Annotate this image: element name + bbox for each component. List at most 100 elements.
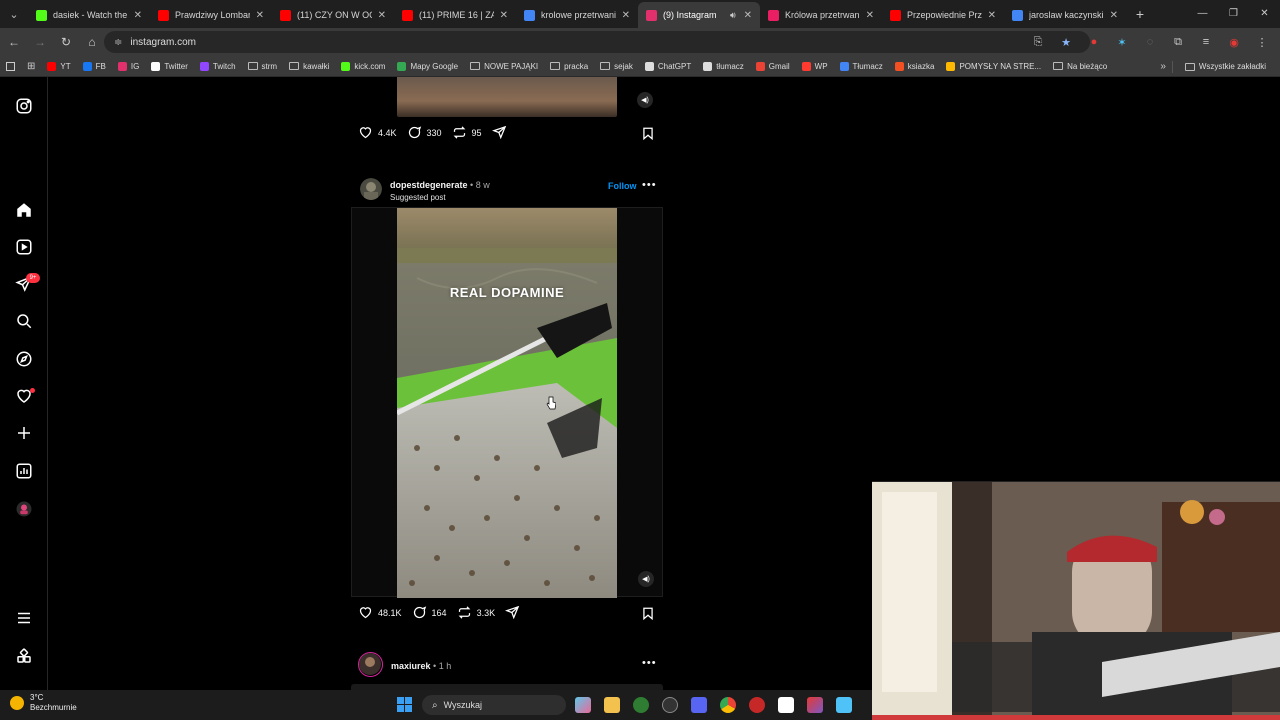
discord-icon[interactable] xyxy=(691,697,707,713)
bookmark-item[interactable]: pracka xyxy=(544,62,594,71)
weather-widget[interactable]: 3°C Bezchmurnie xyxy=(10,693,77,713)
extension-icon[interactable]: ◌ xyxy=(1138,36,1162,48)
browser-tab[interactable]: (11) PRIME 16 | ZADY ✕ xyxy=(394,2,516,28)
address-bar[interactable]: ≑ instagram.com xyxy=(104,31,1090,53)
site-info-icon[interactable]: ≑ xyxy=(114,37,122,48)
more-options-icon[interactable]: ••• xyxy=(642,657,657,669)
mute-icon[interactable]: ◀) xyxy=(637,92,653,108)
bookmark-item[interactable]: Twitter xyxy=(145,61,194,71)
post-media-container[interactable]: REAL DOPAMINE ◀) xyxy=(351,207,663,598)
app-icon[interactable] xyxy=(807,697,823,713)
puzzle-extensions-icon[interactable]: ⧉ xyxy=(1166,36,1190,49)
close-tab-icon[interactable]: ✕ xyxy=(378,10,386,21)
browser-tab[interactable]: Prawdziwy Lombard ✕ xyxy=(150,2,272,28)
menu-hamburger-icon[interactable] xyxy=(13,607,35,629)
profile-avatar-icon[interactable]: ◉ xyxy=(1222,36,1246,49)
bookmark-item[interactable]: ksiazka xyxy=(889,61,941,71)
bookmark-item[interactable]: sejak xyxy=(594,62,639,71)
close-tab-icon[interactable]: ✕ xyxy=(134,10,142,21)
file-explorer-icon[interactable] xyxy=(604,697,620,713)
translate-extension-icon[interactable]: ✶ xyxy=(1110,36,1134,49)
explore-nav-icon[interactable] xyxy=(13,348,35,370)
browser-tab[interactable]: Przepowiednie Przeł ✕ xyxy=(882,2,1004,28)
close-tab-icon[interactable]: ✕ xyxy=(1110,10,1118,21)
bookmark-item[interactable]: POMYSŁY NA STRE... xyxy=(940,61,1047,71)
dashboard-icon[interactable] xyxy=(13,460,35,482)
opera-icon[interactable] xyxy=(749,697,765,713)
save-bookmark-icon[interactable] xyxy=(641,606,655,621)
mute-icon[interactable]: ◀) xyxy=(638,571,654,587)
bookmark-item[interactable]: kawałki xyxy=(283,62,335,71)
close-tab-icon[interactable]: ✕ xyxy=(744,10,752,21)
bookmark-star-icon[interactable]: ★ xyxy=(1054,36,1078,49)
close-tab-icon[interactable]: ✕ xyxy=(622,10,630,21)
video-frame[interactable] xyxy=(397,208,617,598)
home-icon[interactable]: ⌂ xyxy=(80,30,104,54)
browser-tab[interactable]: Królowa przetrwania ✕ xyxy=(760,2,882,28)
bookmark-item[interactable]: YT xyxy=(41,61,76,71)
previous-post-media[interactable] xyxy=(397,77,617,117)
profile-avatar-icon[interactable] xyxy=(13,498,35,520)
chrome-icon[interactable] xyxy=(720,697,736,713)
comment-button[interactable]: 330 xyxy=(407,125,442,140)
story-ring-avatar[interactable] xyxy=(358,652,383,677)
repost-button[interactable]: 95 xyxy=(452,125,482,140)
bookmark-item[interactable]: FB xyxy=(77,61,112,71)
photos-app-icon[interactable] xyxy=(575,697,591,713)
browser-tab[interactable]: dasiek - Watch the V ✕ xyxy=(28,2,150,28)
close-tab-icon[interactable]: ✕ xyxy=(866,10,874,21)
repost-button[interactable]: 3.3K xyxy=(457,605,495,620)
taskbar-search[interactable]: ⌕ Wyszukaj xyxy=(422,695,566,715)
bookmark-item[interactable]: NOWE PAJĄKI xyxy=(464,62,544,71)
grid-apps-icon[interactable]: ⊞ xyxy=(21,61,41,72)
bookmark-item[interactable]: Mapy Google xyxy=(391,61,464,71)
tab-search-icon[interactable]: ⌄ xyxy=(0,0,28,28)
record-extension-icon[interactable]: ● xyxy=(1082,36,1106,48)
browser-tab[interactable]: jaroslaw kaczynski od ✕ xyxy=(1004,2,1126,28)
bookmark-item[interactable]: kick.com xyxy=(335,61,391,71)
instagram-logo-icon[interactable] xyxy=(13,95,35,117)
browser-tab[interactable]: (9) Instagram 🔊︎ ✕ xyxy=(638,2,760,28)
bookmark-item[interactable]: Tłumacz xyxy=(834,61,889,71)
restore-icon[interactable]: ❐ xyxy=(1218,0,1249,28)
windows-start-icon[interactable] xyxy=(397,697,412,712)
close-tab-icon[interactable]: ✕ xyxy=(500,10,508,21)
new-tab-button[interactable]: + xyxy=(1126,6,1154,22)
save-bookmark-icon[interactable] xyxy=(641,126,655,141)
comment-button[interactable]: 164 xyxy=(412,605,447,620)
home-nav-icon[interactable] xyxy=(13,199,35,221)
browser-tab[interactable]: (11) CZY ON W OGÓ ✕ xyxy=(272,2,394,28)
follow-button[interactable]: Follow xyxy=(608,181,637,191)
media-control-icon[interactable]: ≡ xyxy=(1194,36,1218,48)
share-button[interactable] xyxy=(491,125,507,140)
bookmark-item[interactable]: IG xyxy=(112,61,145,71)
capcut-icon[interactable] xyxy=(778,697,794,713)
back-icon[interactable]: ← xyxy=(2,30,26,54)
search-nav-icon[interactable] xyxy=(13,310,35,332)
create-plus-icon[interactable] xyxy=(13,422,35,444)
bookmark-item[interactable]: Na bieżąco xyxy=(1047,62,1113,71)
like-button[interactable]: 48.1K xyxy=(358,605,402,620)
speaker-icon[interactable]: 🔊︎ xyxy=(730,10,736,21)
more-options-icon[interactable]: ••• xyxy=(642,179,657,191)
bookmark-item[interactable]: Gmail xyxy=(750,61,796,71)
reload-icon[interactable]: ↻ xyxy=(54,30,78,54)
reels-nav-icon[interactable] xyxy=(13,236,35,258)
notepad-icon[interactable] xyxy=(836,697,852,713)
close-window-icon[interactable]: ✕ xyxy=(1249,0,1280,28)
post-username[interactable]: dopestdegenerate xyxy=(390,180,468,190)
bookmark-item[interactable]: strm xyxy=(242,62,284,71)
like-button[interactable]: 4.4K xyxy=(358,125,397,140)
bookmark-item[interactable]: Twitch xyxy=(194,61,242,71)
steam-icon[interactable] xyxy=(662,697,678,713)
also-from-meta-icon[interactable] xyxy=(13,645,35,667)
forward-icon[interactable]: → xyxy=(28,30,52,54)
browser-menu-icon[interactable]: ⋮ xyxy=(1250,36,1274,49)
avatar[interactable] xyxy=(360,177,382,200)
next-post-username[interactable]: maxiurek xyxy=(391,661,431,671)
minimize-icon[interactable]: — xyxy=(1187,0,1218,28)
share-button[interactable] xyxy=(505,605,520,620)
bookmark-item[interactable]: ChatGPT xyxy=(639,61,697,71)
apps-icon[interactable] xyxy=(0,61,21,71)
vpn-app-icon[interactable] xyxy=(633,697,649,713)
